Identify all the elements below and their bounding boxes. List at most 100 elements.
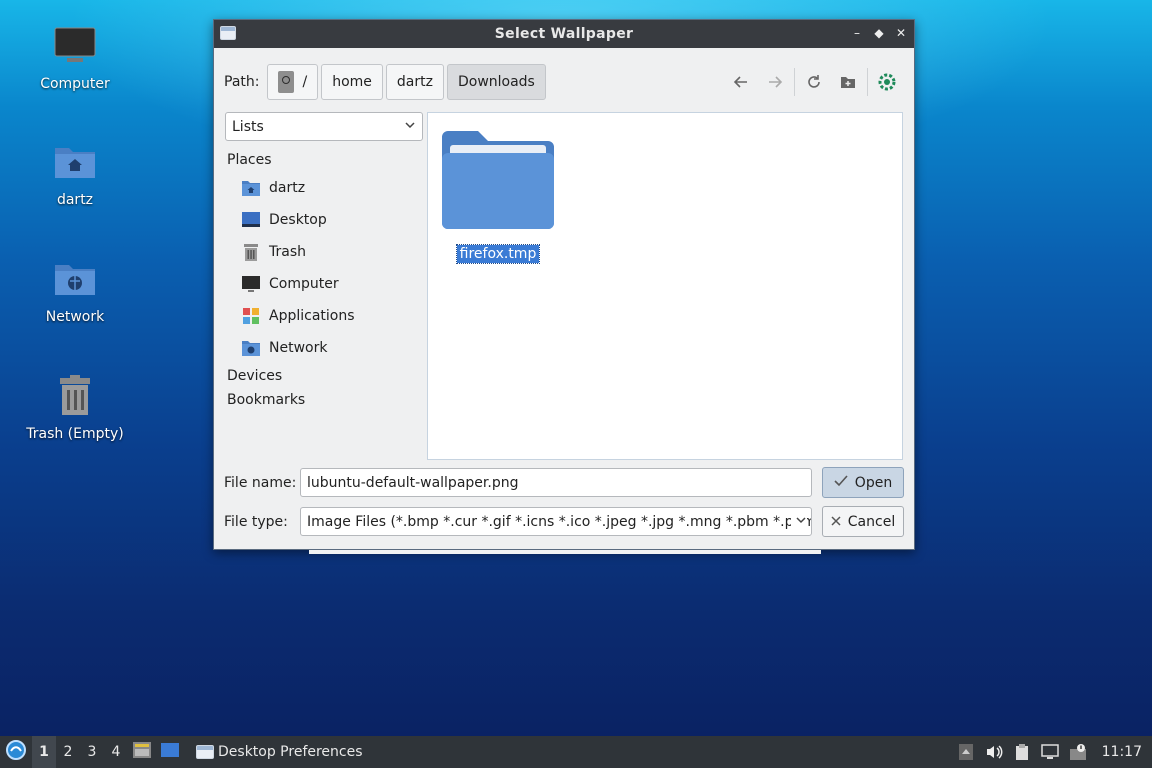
close-icon: [831, 514, 841, 530]
places-item-network[interactable]: Network: [227, 332, 427, 364]
path-bar: Path: / home dartz Downloads: [224, 64, 904, 100]
home-folder-icon: [51, 138, 99, 186]
file-type-select[interactable]: Image Files (*.bmp *.cur *.gif *.icns *.…: [300, 507, 812, 536]
desktop-icon-network[interactable]: Network: [20, 255, 130, 325]
close-button[interactable]: ✕: [894, 25, 908, 41]
places-item-label: Desktop: [269, 212, 327, 228]
breadcrumb-home[interactable]: home: [321, 64, 383, 100]
file-name-input[interactable]: lubuntu-default-wallpaper.png: [300, 468, 812, 497]
dialog-titlebar[interactable]: Select Wallpaper – ◆ ✕: [214, 20, 914, 48]
clock[interactable]: 11:17: [1092, 744, 1152, 760]
places-item-applications[interactable]: Applications: [227, 300, 427, 332]
path-label: Path:: [224, 74, 260, 90]
places-item-computer[interactable]: Computer: [227, 268, 427, 300]
applications-icon: [241, 306, 261, 326]
breadcrumb-root[interactable]: /: [267, 64, 319, 100]
workspace-3[interactable]: 3: [80, 736, 104, 768]
places-item-dartz[interactable]: dartz: [227, 172, 427, 204]
file-name-label: File name:: [224, 474, 297, 491]
chevron-down-icon: [791, 514, 807, 529]
places-item-label: Network: [269, 340, 328, 356]
cancel-button[interactable]: Cancel: [822, 506, 904, 537]
places-item-trash[interactable]: Trash: [227, 236, 427, 268]
home-folder-icon: [241, 178, 261, 198]
back-arrow-icon[interactable]: [724, 66, 758, 98]
file-type-row: File type: Image Files (*.bmp *.cur *.gi…: [224, 507, 812, 536]
open-button-label: Open: [854, 474, 893, 491]
file-name-label: firefox.tmp: [455, 244, 541, 264]
desktop-icon-trash[interactable]: Trash (Empty): [20, 372, 130, 442]
file-item[interactable]: firefox.tmp: [440, 129, 556, 264]
cancel-button-label: Cancel: [847, 513, 896, 530]
workspace-4[interactable]: 4: [104, 736, 128, 768]
workspace-2[interactable]: 2: [56, 736, 80, 768]
trash-icon: [51, 372, 99, 420]
chevron-down-icon: [404, 119, 416, 134]
computer-icon: [241, 274, 261, 294]
window-icon: [196, 745, 214, 759]
file-manager-icon: [132, 741, 152, 763]
settings-gear-icon[interactable]: [870, 66, 904, 98]
file-type-label: File type:: [224, 513, 288, 530]
devices-header[interactable]: Devices: [227, 364, 427, 388]
show-desktop-launcher[interactable]: [156, 736, 184, 768]
file-type-value: Image Files (*.bmp *.cur *.gif *.icns *.…: [307, 513, 812, 530]
view-mode-select[interactable]: Lists: [225, 112, 423, 141]
places-item-label: Applications: [269, 308, 355, 324]
open-button[interactable]: Open: [822, 467, 904, 498]
file-view[interactable]: firefox.tmp: [427, 112, 903, 460]
task-label: Desktop Preferences: [218, 744, 363, 760]
breadcrumb-label: dartz: [396, 74, 433, 90]
breadcrumb-dartz[interactable]: dartz: [385, 64, 444, 100]
desktop-icon-label: Trash (Empty): [26, 426, 124, 442]
desktop-icon-label: Computer: [40, 76, 110, 92]
bookmarks-header[interactable]: Bookmarks: [227, 388, 427, 412]
desktop-icon: [160, 742, 180, 762]
breadcrumb-label: /: [302, 74, 308, 90]
desktop-icon-computer[interactable]: Computer: [20, 22, 130, 92]
volume-icon[interactable]: [980, 736, 1008, 768]
breadcrumb-label: Downloads: [457, 74, 535, 90]
workspace-1[interactable]: 1: [32, 736, 56, 768]
select-wallpaper-dialog: Select Wallpaper – ◆ ✕ Path: / home dart…: [213, 19, 915, 550]
file-name-row: File name: lubuntu-default-wallpaper.png: [224, 468, 812, 497]
taskbar-window-desktop-preferences[interactable]: Desktop Preferences: [192, 736, 371, 768]
desktop-icon-label: dartz: [56, 192, 94, 208]
update-notifier-icon[interactable]: [1064, 736, 1092, 768]
trash-icon: [241, 242, 261, 262]
forward-arrow-icon[interactable]: [758, 66, 792, 98]
window-icon: [220, 26, 236, 40]
lubuntu-logo-icon: [5, 739, 27, 765]
drive-icon: [278, 71, 295, 93]
check-icon: [834, 474, 848, 491]
reload-icon[interactable]: [797, 66, 831, 98]
file-name-value: lubuntu-default-wallpaper.png: [307, 474, 519, 491]
clipboard-icon[interactable]: [1008, 736, 1036, 768]
minimize-button[interactable]: –: [850, 25, 864, 41]
places-item-label: Trash: [269, 244, 306, 260]
network-folder-icon: [241, 338, 261, 358]
tray-up-arrow-icon[interactable]: [952, 736, 980, 768]
places-sidebar: Places dartz Desktop Trash Computer Appl…: [227, 148, 427, 412]
breadcrumb-downloads[interactable]: Downloads: [446, 64, 546, 100]
places-header[interactable]: Places: [227, 148, 427, 172]
computer-icon: [51, 22, 99, 70]
desktop-icon: [241, 210, 261, 230]
dialog-title: Select Wallpaper: [494, 26, 634, 42]
desktop-icon-home[interactable]: dartz: [20, 138, 130, 208]
desktop-icon-label: Network: [45, 309, 105, 325]
breadcrumb-label: home: [332, 74, 372, 90]
places-item-label: Computer: [269, 276, 339, 292]
taskbar: 1 2 3 4 Desktop Preferences 11:17: [0, 736, 1152, 768]
folder-icon: [442, 129, 554, 233]
places-item-label: dartz: [269, 180, 306, 196]
background-window-edge: [309, 550, 821, 554]
maximize-button[interactable]: ◆: [872, 25, 886, 41]
new-folder-icon[interactable]: [831, 66, 865, 98]
network-status-icon[interactable]: [1036, 736, 1064, 768]
network-folder-icon: [51, 255, 99, 303]
start-menu-button[interactable]: [0, 736, 32, 768]
places-item-desktop[interactable]: Desktop: [227, 204, 427, 236]
file-manager-launcher[interactable]: [128, 736, 156, 768]
view-mode-value: Lists: [232, 118, 264, 135]
